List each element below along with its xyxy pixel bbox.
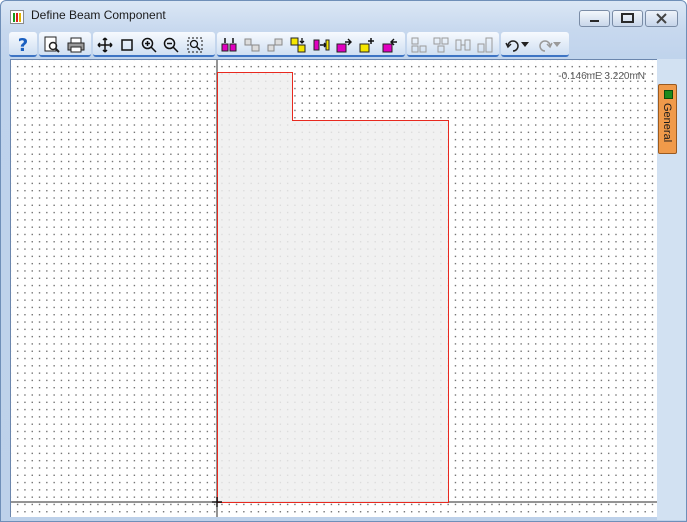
toolbar: ? bbox=[9, 32, 569, 58]
toolbar-group-edit bbox=[217, 32, 405, 57]
print-preview-button[interactable] bbox=[42, 35, 62, 55]
title-bar: Define Beam Component bbox=[1, 1, 686, 31]
disabled-tool-1-button[interactable] bbox=[409, 35, 429, 55]
minimize-icon bbox=[590, 20, 599, 22]
window: Define Beam Component ? -0.146mE 3.220mN… bbox=[0, 0, 687, 522]
print-preview-icon bbox=[44, 36, 60, 53]
tool-2-button[interactable] bbox=[242, 35, 262, 55]
tool-3-icon bbox=[267, 38, 283, 52]
redo-dropdown-icon bbox=[553, 42, 561, 47]
zoom-out-icon bbox=[163, 37, 179, 53]
redo-dropdown[interactable] bbox=[551, 35, 563, 55]
app-icon bbox=[10, 10, 24, 24]
zoom-out-button[interactable] bbox=[161, 35, 181, 55]
window-title: Define Beam Component bbox=[31, 8, 166, 22]
tool-3-button[interactable] bbox=[265, 35, 285, 55]
maximize-button[interactable] bbox=[612, 10, 643, 27]
undo-dropdown[interactable] bbox=[519, 35, 531, 55]
zoom-window-icon bbox=[121, 39, 133, 51]
side-panel: General bbox=[657, 59, 686, 520]
zoom-in-button[interactable] bbox=[139, 35, 159, 55]
tool-1-button[interactable] bbox=[219, 35, 239, 55]
zoom-extents-button[interactable] bbox=[185, 35, 205, 55]
undo-dropdown-icon bbox=[521, 42, 529, 47]
beam-shape[interactable] bbox=[11, 60, 657, 517]
disabled-tool-1-icon bbox=[411, 37, 427, 53]
disabled-tool-4-icon bbox=[477, 37, 493, 53]
disabled-tool-2-button[interactable] bbox=[431, 35, 451, 55]
tool-1-icon bbox=[221, 38, 237, 52]
zoom-in-icon bbox=[141, 37, 157, 53]
toolbar-group-disabled bbox=[407, 32, 499, 57]
print-icon bbox=[67, 37, 85, 53]
tool-5-button[interactable] bbox=[311, 35, 331, 55]
zoom-window-button[interactable] bbox=[117, 35, 137, 55]
maximize-icon bbox=[621, 13, 634, 23]
toolbar-group-history bbox=[501, 32, 569, 57]
tab-general-label: General bbox=[661, 103, 673, 143]
tool-2-icon bbox=[244, 38, 260, 52]
help-icon: ? bbox=[17, 34, 29, 56]
pan-button[interactable] bbox=[95, 35, 115, 55]
tool-5-icon bbox=[313, 39, 330, 51]
help-button[interactable]: ? bbox=[13, 34, 33, 56]
toolbar-group-help: ? bbox=[9, 32, 37, 57]
close-icon bbox=[656, 13, 667, 24]
tool-6-button[interactable] bbox=[334, 35, 354, 55]
toolbar-group-print bbox=[39, 32, 91, 57]
pan-icon bbox=[97, 37, 113, 53]
print-button[interactable] bbox=[66, 35, 86, 55]
close-button[interactable] bbox=[645, 10, 678, 27]
tool-8-button[interactable] bbox=[380, 35, 400, 55]
disabled-tool-3-icon bbox=[455, 39, 471, 51]
tool-4-button[interactable] bbox=[288, 35, 308, 55]
tool-7-button[interactable] bbox=[357, 35, 377, 55]
minimize-button[interactable] bbox=[579, 10, 610, 27]
tab-general[interactable]: General bbox=[658, 84, 677, 154]
general-tab-icon bbox=[664, 90, 673, 99]
tool-6-icon bbox=[336, 38, 352, 53]
tool-7-icon bbox=[359, 38, 374, 53]
zoom-extents-icon bbox=[187, 37, 203, 53]
drawing-canvas[interactable]: -0.146mE 3.220mN bbox=[10, 59, 657, 517]
disabled-tool-3-button[interactable] bbox=[453, 35, 473, 55]
disabled-tool-2-icon bbox=[433, 37, 449, 53]
coordinate-readout: -0.146mE 3.220mN bbox=[558, 71, 645, 82]
disabled-tool-4-button[interactable] bbox=[475, 35, 495, 55]
tool-4-icon bbox=[290, 37, 306, 53]
beam-outline[interactable] bbox=[217, 72, 449, 503]
tool-8-icon bbox=[382, 38, 397, 53]
toolbar-group-view bbox=[93, 32, 215, 57]
